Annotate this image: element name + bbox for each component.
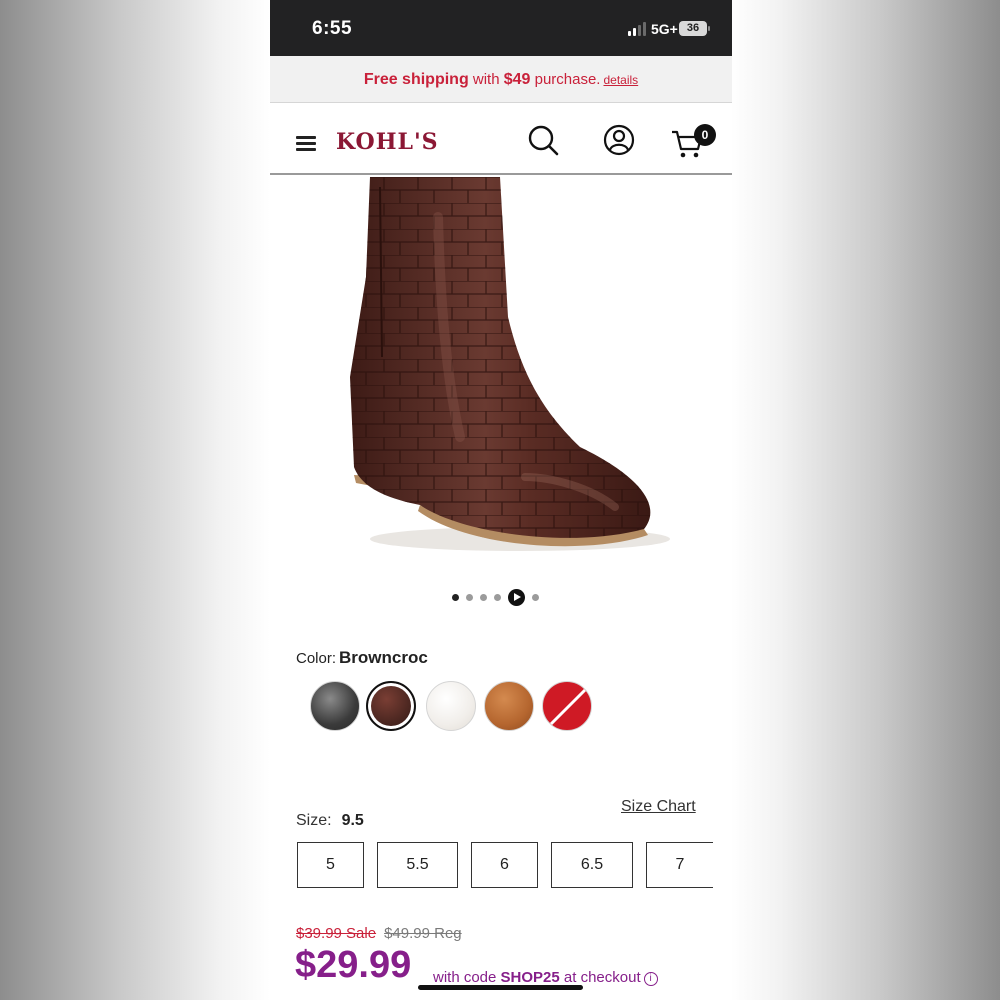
original-prices: $39.99 Sale $49.99 Reg: [296, 925, 462, 942]
video-play-icon[interactable]: [508, 589, 525, 606]
menu-icon[interactable]: [296, 136, 316, 152]
color-swatch-white[interactable]: [426, 681, 476, 731]
info-icon[interactable]: i: [643, 972, 658, 986]
size-label-text: Size:: [296, 812, 332, 829]
promo-banner: Free shipping with $49 purchase. details: [270, 56, 732, 103]
promo-code: SHOP25: [500, 969, 560, 986]
color-swatch-black[interactable]: [310, 681, 360, 731]
regular-price: $49.99 Reg: [384, 925, 462, 942]
image-carousel-dots: [270, 589, 732, 607]
current-price: $29.99: [295, 944, 412, 986]
code-prefix: with code: [433, 969, 501, 986]
home-indicator: [418, 985, 583, 990]
size-label: Size: 9.5: [296, 812, 364, 830]
color-swatch-red[interactable]: [542, 681, 592, 731]
color-swatch-cognac[interactable]: [484, 681, 534, 731]
account-icon[interactable]: [602, 123, 636, 157]
search-icon[interactable]: [526, 123, 560, 157]
color-label-text: Color:: [296, 650, 337, 667]
selected-color: Browncroc: [339, 648, 428, 667]
color-swatch-browncroc[interactable]: [366, 681, 416, 731]
battery-icon: 36: [679, 21, 707, 36]
cart-count-badge: 0: [694, 124, 716, 146]
status-bar: 6:55 5G+ 36: [270, 0, 732, 56]
battery-nub: [708, 26, 710, 31]
size-option-6[interactable]: 6: [471, 842, 538, 888]
promo-code-text: with code SHOP25 at checkout i: [433, 969, 658, 986]
color-label: Color: Browncroc: [296, 648, 428, 668]
size-option-7[interactable]: 7: [646, 842, 713, 888]
kohls-logo[interactable]: KOHL'S: [336, 129, 439, 155]
promo-middle: with: [468, 71, 504, 88]
carousel-dot[interactable]: [452, 594, 459, 601]
promo-details-link[interactable]: details: [603, 73, 638, 87]
promo-prefix: Free shipping: [363, 71, 469, 88]
carousel-dot[interactable]: [480, 594, 487, 601]
sale-price-old: $39.99 Sale: [296, 925, 377, 942]
carousel-dot[interactable]: [494, 594, 501, 601]
product-image[interactable]: [270, 177, 732, 577]
size-option-6-5[interactable]: 6.5: [551, 842, 633, 888]
promo-suffix: purchase.: [530, 71, 601, 88]
site-header: KOHL'S 0: [270, 103, 732, 175]
size-option-5-5[interactable]: 5.5: [377, 842, 458, 888]
selected-size: 9.5: [341, 812, 364, 829]
carousel-dot[interactable]: [532, 594, 539, 601]
status-time: 6:55: [312, 18, 353, 39]
promo-amount: $49: [503, 71, 531, 88]
code-suffix: at checkout: [559, 969, 641, 986]
phone-screen: 6:55 5G+ 36 Free shipping with $49 purch…: [270, 0, 732, 1000]
size-option-5[interactable]: 5: [297, 842, 364, 888]
signal-icon: [628, 22, 648, 36]
unavailable-slash-icon: [545, 684, 591, 730]
network-type: 5G+: [651, 21, 678, 37]
carousel-dot[interactable]: [466, 594, 473, 601]
size-chart-link[interactable]: Size Chart: [621, 798, 696, 816]
